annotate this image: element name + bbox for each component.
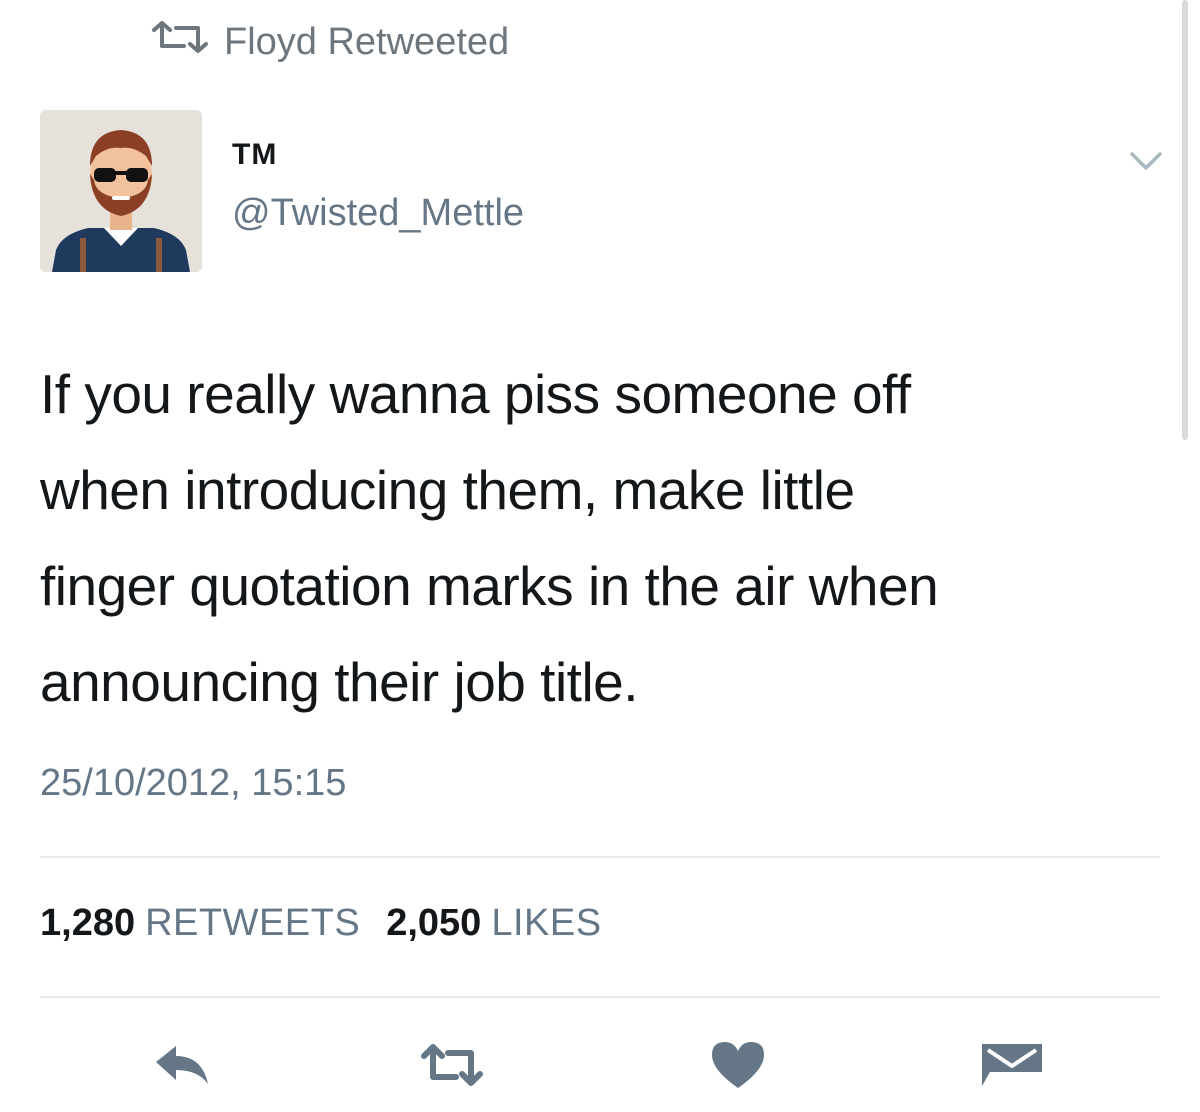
envelope-icon (980, 1042, 1044, 1088)
likes-stat[interactable]: 2,050 LIKES (386, 902, 601, 945)
reply-button[interactable] (150, 1038, 214, 1092)
author-handle[interactable]: @Twisted_Mettle (232, 192, 524, 235)
retweets-label: RETWEETS (145, 902, 361, 944)
chevron-down-icon[interactable] (1126, 146, 1166, 176)
tweet-line: when introducing them, make little (40, 459, 855, 521)
divider (40, 856, 1160, 858)
like-button[interactable] (706, 1038, 770, 1092)
retweets-count: 1,280 (40, 902, 136, 944)
reply-icon (152, 1042, 212, 1088)
tweet-timestamp[interactable]: 25/10/2012, 15:15 (40, 762, 346, 805)
tweet-text: If you really wanna piss someone off whe… (40, 346, 1160, 730)
avatar[interactable] (40, 110, 202, 272)
scrollbar[interactable] (1182, 0, 1188, 440)
retweet-icon (150, 20, 210, 64)
author-display-name[interactable]: TM (232, 138, 277, 172)
retweet-button[interactable] (420, 1038, 484, 1092)
tweet-line: If you really wanna piss someone off (40, 363, 911, 425)
heart-icon (710, 1040, 766, 1090)
retweet-icon (420, 1043, 484, 1087)
direct-message-button[interactable] (980, 1038, 1044, 1092)
retweeted-by-label[interactable]: Floyd Retweeted (224, 21, 509, 64)
retweet-context[interactable]: Floyd Retweeted (150, 20, 509, 64)
tweet-page: Floyd Retweeted TM @Twisted_Mettle If yo… (0, 0, 1200, 1112)
tweet-stats: 1,280 RETWEETS 2,050 LIKES (40, 902, 602, 945)
tweet-line: finger quotation marks in the air when (40, 555, 939, 617)
divider (40, 996, 1160, 998)
likes-label: LIKES (491, 902, 602, 944)
likes-count: 2,050 (386, 902, 482, 944)
tweet-line: announcing their job title. (40, 651, 639, 713)
retweets-stat[interactable]: 1,280 RETWEETS (40, 902, 360, 945)
